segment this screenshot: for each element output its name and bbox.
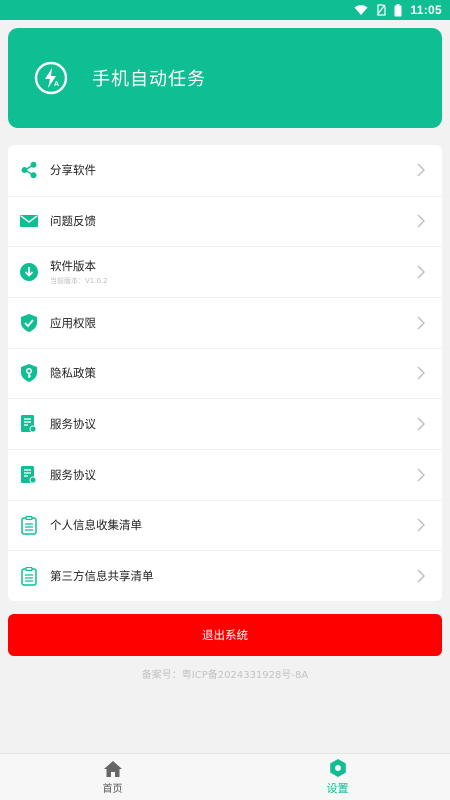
chevron-right-icon	[417, 518, 425, 532]
menu-item-label: 问题反馈	[50, 214, 96, 229]
document-icon	[20, 465, 38, 484]
battery-icon	[394, 3, 402, 16]
icp-record-text: 备案号：粤ICP备2024331928号-8A	[141, 670, 309, 681]
shield-check-icon	[20, 313, 38, 332]
tab-label: 首页	[102, 783, 123, 795]
chevron-right-icon	[417, 569, 425, 583]
tab-settings[interactable]: 设置	[225, 754, 450, 800]
menu-item-feedback[interactable]: 问题反馈	[8, 195, 442, 247]
chevron-right-icon	[417, 214, 425, 228]
menu-item-third-party-list[interactable]: 第三方信息共享清单	[8, 550, 442, 601]
chevron-right-icon	[417, 316, 425, 330]
menu-item-label: 第三方信息共享清单	[50, 569, 154, 584]
tab-label: 设置	[326, 782, 349, 795]
clipboard-icon	[20, 566, 38, 586]
menu-item-label: 软件版本	[50, 259, 96, 274]
no-sim-icon	[377, 4, 387, 16]
version-text: 当前版本：V1.0.2	[50, 277, 108, 286]
status-bar: 11:05	[0, 0, 450, 20]
page-title: 手机自动任务	[92, 69, 206, 90]
menu-item-version[interactable]: 软件版本 当前版本：V1.0.2	[8, 246, 442, 297]
logout-button[interactable]: 退出系统	[8, 614, 442, 656]
menu-item-privacy[interactable]: 隐私政策	[8, 347, 442, 399]
svg-text:A: A	[54, 81, 59, 88]
settings-icon	[329, 759, 346, 777]
menu-item-service-agreement[interactable]: 服务协议	[8, 398, 442, 449]
menu-item-personal-info-list[interactable]: 个人信息收集清单	[8, 499, 442, 551]
download-icon	[20, 263, 38, 282]
document-icon	[20, 415, 38, 433]
menu-item-label: 隐私政策	[50, 366, 96, 381]
menu-item-label: 服务协议	[50, 467, 96, 482]
menu-item-label: 分享软件	[50, 163, 96, 178]
shield-key-icon	[20, 364, 38, 383]
status-time: 11:05	[410, 3, 442, 17]
menu-item-share[interactable]: 分享软件	[8, 145, 442, 196]
menu-item-label: 服务协议	[50, 417, 96, 432]
menu-item-label: 个人信息收集清单	[50, 518, 142, 533]
menu-item-service-agreement-2[interactable]: 服务协议	[8, 448, 442, 500]
share-icon	[20, 161, 38, 179]
chevron-right-icon	[417, 417, 425, 431]
header-card: A 手机自动任务	[8, 28, 442, 128]
menu-item-label: 应用权限	[50, 315, 96, 330]
home-icon	[103, 760, 122, 777]
tab-home[interactable]: 首页	[0, 754, 225, 800]
bottom-tab-bar: 首页 设置	[0, 753, 450, 800]
chevron-right-icon	[417, 265, 425, 279]
settings-menu: 分享软件 问题反馈 软件版本 当前版本：V1.0.2 应用权限 隐私政策 服务协…	[8, 145, 442, 601]
flash-auto-icon: A	[34, 61, 68, 95]
clipboard-icon	[20, 515, 38, 535]
chevron-right-icon	[417, 468, 425, 482]
wifi-icon	[354, 5, 368, 15]
chevron-right-icon	[417, 366, 425, 380]
menu-item-permissions[interactable]: 应用权限	[8, 296, 442, 348]
mail-icon	[20, 212, 38, 230]
chevron-right-icon	[417, 163, 425, 177]
